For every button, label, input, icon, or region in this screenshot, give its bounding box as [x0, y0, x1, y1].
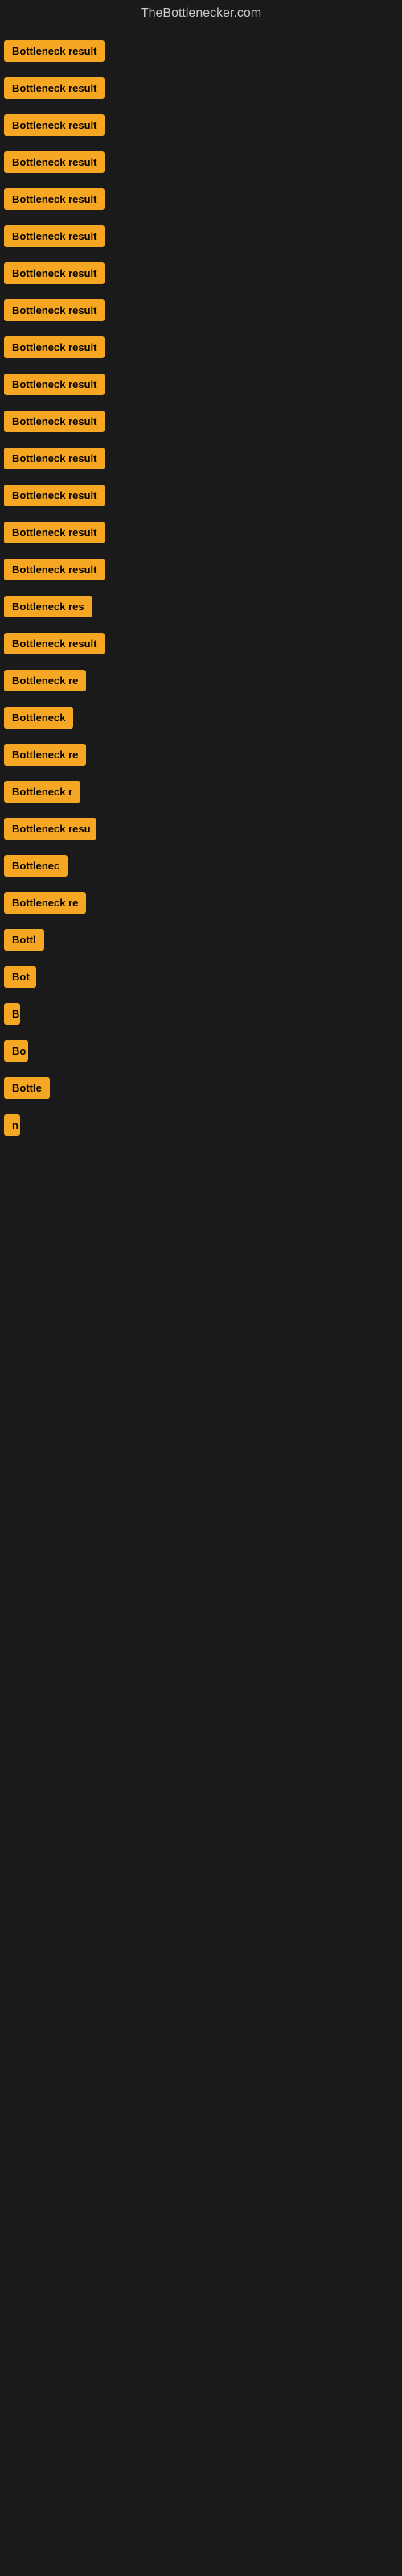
result-row: Bo	[4, 1035, 398, 1066]
bottleneck-result-badge[interactable]: Bottleneck result	[4, 485, 105, 506]
result-row: Bottleneck res	[4, 591, 398, 621]
bottleneck-result-badge[interactable]: Bottleneck result	[4, 411, 105, 432]
bottleneck-result-badge[interactable]: Bottleneck result	[4, 225, 105, 247]
bottleneck-result-badge[interactable]: Bottleneck res	[4, 596, 92, 617]
result-row: Bottleneck resu	[4, 813, 398, 844]
bottleneck-result-badge[interactable]: Bottleneck result	[4, 188, 105, 210]
bottleneck-result-badge[interactable]: Bottleneck r	[4, 781, 80, 803]
bottleneck-result-badge[interactable]: Bottleneck result	[4, 374, 105, 395]
bottleneck-result-badge[interactable]: Bottleneck result	[4, 114, 105, 136]
bottleneck-result-badge[interactable]: Bottleneck result	[4, 151, 105, 173]
bottleneck-result-badge[interactable]: Bottleneck re	[4, 744, 86, 766]
result-row: Bottleneck result	[4, 221, 398, 251]
result-row: Bottleneck result	[4, 406, 398, 436]
result-row: Bottleneck result	[4, 147, 398, 177]
bottleneck-result-badge[interactable]: Bottle	[4, 1077, 50, 1099]
result-row: Bottleneck re	[4, 887, 398, 918]
result-row: Bottleneck	[4, 702, 398, 733]
result-row: Bottle	[4, 1072, 398, 1103]
site-title: TheBottlenecker.com	[0, 0, 402, 27]
results-container: Bottleneck result Bottleneck result Bottle…	[0, 27, 402, 1154]
result-row: Bottleneck result	[4, 35, 398, 66]
result-row: B	[4, 998, 398, 1029]
bottleneck-result-badge[interactable]: Bottleneck result	[4, 40, 105, 62]
result-row: Bottleneck result	[4, 295, 398, 325]
result-row: Bottl	[4, 924, 398, 955]
bottleneck-result-badge[interactable]: n	[4, 1114, 20, 1136]
bottleneck-result-badge[interactable]: Bottleneck resu	[4, 818, 96, 840]
result-row: Bot	[4, 961, 398, 992]
result-row: Bottleneck result	[4, 258, 398, 288]
result-row: Bottleneck result	[4, 109, 398, 140]
bottleneck-result-badge[interactable]: Bottleneck result	[4, 262, 105, 284]
bottleneck-result-badge[interactable]: Bo	[4, 1040, 28, 1062]
bottleneck-result-badge[interactable]: Bottleneck result	[4, 559, 105, 580]
result-row: Bottleneck r	[4, 776, 398, 807]
bottleneck-result-badge[interactable]: Bottleneck result	[4, 77, 105, 99]
bottleneck-result-badge[interactable]: B	[4, 1003, 20, 1025]
result-row: Bottleneck result	[4, 628, 398, 658]
result-row: Bottleneck result	[4, 369, 398, 399]
bottleneck-result-badge[interactable]: Bottleneck re	[4, 892, 86, 914]
result-row: n	[4, 1109, 398, 1140]
result-row: Bottleneck re	[4, 739, 398, 770]
bottleneck-result-badge[interactable]: Bottl	[4, 929, 44, 951]
bottleneck-result-badge[interactable]: Bottleneck result	[4, 448, 105, 469]
result-row: Bottleneck result	[4, 517, 398, 547]
bottleneck-result-badge[interactable]: Bottleneck result	[4, 633, 105, 654]
bottleneck-result-badge[interactable]: Bottleneck result	[4, 336, 105, 358]
bottleneck-result-badge[interactable]: Bottlenec	[4, 855, 68, 877]
result-row: Bottlenec	[4, 850, 398, 881]
bottleneck-result-badge[interactable]: Bottleneck result	[4, 299, 105, 321]
result-row: Bottleneck result	[4, 480, 398, 510]
bottleneck-result-badge[interactable]: Bottleneck	[4, 707, 73, 729]
bottleneck-result-badge[interactable]: Bottleneck result	[4, 522, 105, 543]
result-row: Bottleneck result	[4, 184, 398, 214]
result-row: Bottleneck result	[4, 332, 398, 362]
bottleneck-result-badge[interactable]: Bot	[4, 966, 36, 988]
result-row: Bottleneck result	[4, 554, 398, 584]
result-row: Bottleneck re	[4, 665, 398, 696]
result-row: Bottleneck result	[4, 443, 398, 473]
bottleneck-result-badge[interactable]: Bottleneck re	[4, 670, 86, 691]
result-row: Bottleneck result	[4, 72, 398, 103]
